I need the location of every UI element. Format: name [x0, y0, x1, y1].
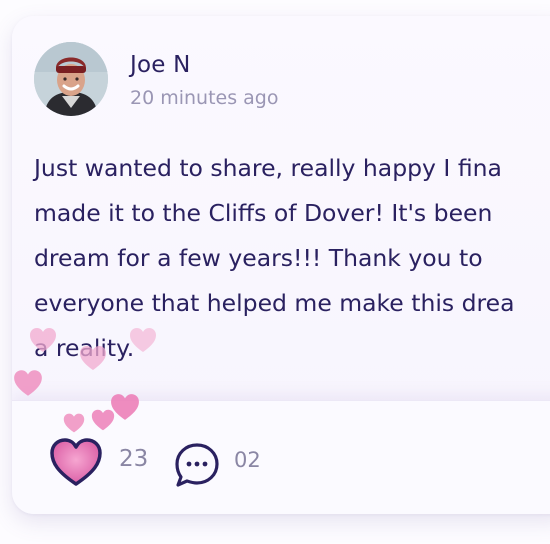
- avatar[interactable]: [34, 42, 108, 116]
- screen: Joe N 20 minutes ago Just wanted to shar…: [0, 0, 550, 544]
- floating-heart-icon: [130, 328, 156, 352]
- post-body-line: dream for a few years!!! Thank you to: [34, 244, 483, 272]
- author-name[interactable]: Joe N: [130, 52, 191, 78]
- post-timestamp: 20 minutes ago: [130, 87, 279, 109]
- floating-heart-icon: [63, 413, 85, 433]
- like-count: 23: [119, 446, 149, 472]
- post-body-line: a reality.: [34, 326, 550, 371]
- speech-bubble-icon: [175, 443, 219, 487]
- post-body-line: everyone that helped me make this drea: [34, 289, 515, 317]
- heart-icon: [50, 438, 102, 486]
- post-card: Joe N 20 minutes ago Just wanted to shar…: [12, 16, 550, 514]
- floating-heart-icon: [14, 370, 42, 396]
- comment-button[interactable]: [172, 440, 222, 490]
- floating-heart-icon: [80, 346, 106, 370]
- like-button[interactable]: [48, 436, 104, 488]
- post-body-line: made it to the Cliffs of Dover! It's bee…: [34, 199, 493, 227]
- comment-count: 02: [234, 448, 261, 472]
- post-body: Just wanted to share, really happy I fin…: [34, 146, 550, 371]
- avatar-image: [34, 42, 108, 116]
- post-body-line: Just wanted to share, really happy I fin…: [34, 154, 502, 182]
- floating-heart-icon: [91, 409, 115, 431]
- floating-heart-icon: [30, 328, 56, 352]
